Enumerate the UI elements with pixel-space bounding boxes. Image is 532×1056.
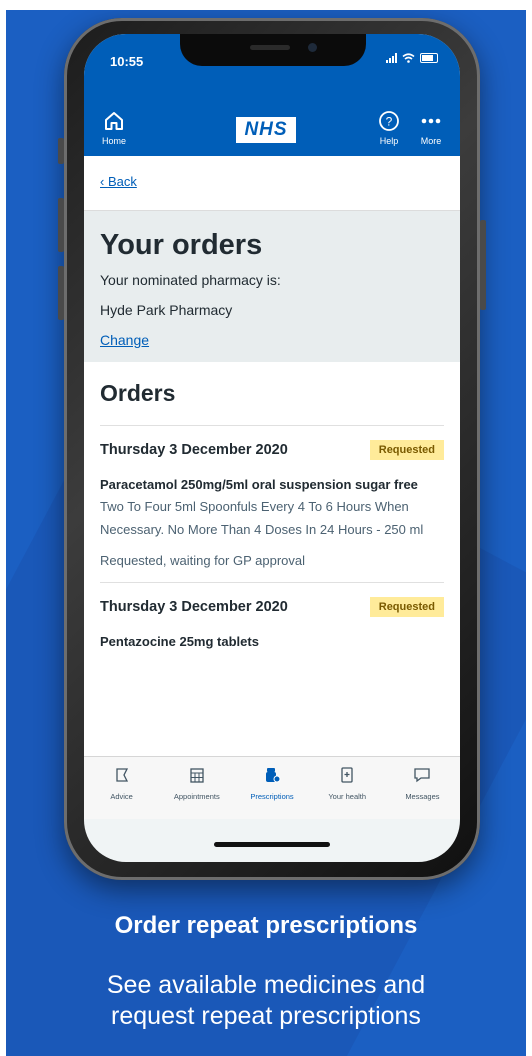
main-content: ‹ Back Your orders Your nominated pharma… xyxy=(84,156,460,756)
more-label: More xyxy=(420,136,442,146)
order-date: Thursday 3 December 2020 xyxy=(100,442,288,458)
wifi-icon xyxy=(402,53,415,63)
order-card[interactable]: Thursday 3 December 2020 Requested Penta… xyxy=(100,582,444,666)
nav-messages[interactable]: Messages xyxy=(385,757,460,819)
app-screen: 10:55 Home NHS ? Help More ‹ Back Your o… xyxy=(84,34,460,862)
nav-prescriptions[interactable]: Prescriptions xyxy=(234,757,309,819)
nav-label: Messages xyxy=(405,792,440,801)
home-indicator[interactable] xyxy=(214,842,330,847)
signal-icon xyxy=(386,53,397,63)
status-time: 10:55 xyxy=(110,54,144,69)
orders-heading: Orders xyxy=(100,380,176,406)
nav-label: Your health xyxy=(328,792,367,801)
promo-subtitle: See available medicines and request repe… xyxy=(6,970,526,1032)
home-button[interactable]: Home xyxy=(102,110,126,146)
chevron-left-icon: ‹ xyxy=(100,174,108,189)
phone-notch xyxy=(180,34,366,66)
pharmacy-prompt: Your nominated pharmacy is: xyxy=(100,272,281,288)
nav-label: Prescriptions xyxy=(250,792,294,801)
back-bar: ‹ Back xyxy=(84,156,460,211)
help-button[interactable]: ? Help xyxy=(378,110,400,146)
phone-mute-switch xyxy=(58,138,64,164)
prescriptions-icon xyxy=(266,768,281,783)
nav-advice[interactable]: Advice xyxy=(84,757,159,819)
help-label: Help xyxy=(379,136,399,146)
status-badge: Requested xyxy=(369,597,444,617)
messages-icon xyxy=(414,768,431,783)
medicine-name: Paracetamol 250mg/5ml oral suspension su… xyxy=(100,477,418,492)
change-pharmacy-link[interactable]: Change xyxy=(100,332,149,348)
back-link[interactable]: ‹ Back xyxy=(100,174,137,189)
battery-icon xyxy=(420,53,438,63)
orders-section: Orders Thursday 3 December 2020 Requeste… xyxy=(84,362,460,666)
calendar-icon xyxy=(190,768,204,783)
order-card[interactable]: Thursday 3 December 2020 Requested Parac… xyxy=(100,425,444,582)
promo-title: Order repeat prescriptions xyxy=(114,912,418,939)
status-badge: Requested xyxy=(369,440,444,460)
order-date: Thursday 3 December 2020 xyxy=(100,599,288,615)
advice-icon xyxy=(115,768,128,782)
health-record-icon xyxy=(341,767,353,783)
status-icons xyxy=(386,53,438,63)
home-label: Home xyxy=(102,136,127,146)
promo-background: 10:55 Home NHS ? Help More ‹ Back Your o… xyxy=(6,10,526,1056)
promo-subtitle-line: See available medicines and xyxy=(106,971,426,999)
nav-label: Advice xyxy=(110,792,133,801)
medicine-name: Pentazocine 25mg tablets xyxy=(100,634,259,649)
page-title: Your orders xyxy=(100,229,263,261)
pharmacy-section: Your orders Your nominated pharmacy is: … xyxy=(84,211,460,362)
nav-label: Appointments xyxy=(173,792,220,801)
phone-volume-up xyxy=(58,198,64,252)
nhs-logo: NHS xyxy=(236,117,296,143)
medicine-directions: Two To Four 5ml Spoonfuls Every 4 To 6 H… xyxy=(100,499,424,537)
phone-power-button xyxy=(480,220,486,310)
phone-volume-down xyxy=(58,266,64,320)
bottom-nav: Advice Appointments Prescriptions Your h… xyxy=(84,756,460,819)
promo-subtitle-line: request repeat prescriptions xyxy=(111,1002,421,1030)
nav-appointments[interactable]: Appointments xyxy=(159,757,234,819)
help-icon: ? xyxy=(379,111,399,131)
order-status-text: Requested, waiting for GP approval xyxy=(100,553,305,568)
svg-text:?: ? xyxy=(386,115,393,129)
more-icon xyxy=(421,118,441,124)
home-icon xyxy=(105,112,123,130)
back-label: Back xyxy=(107,174,137,189)
pharmacy-name: Hyde Park Pharmacy xyxy=(100,302,233,318)
more-button[interactable]: More xyxy=(420,110,442,146)
nav-your-health[interactable]: Your health xyxy=(310,757,385,819)
